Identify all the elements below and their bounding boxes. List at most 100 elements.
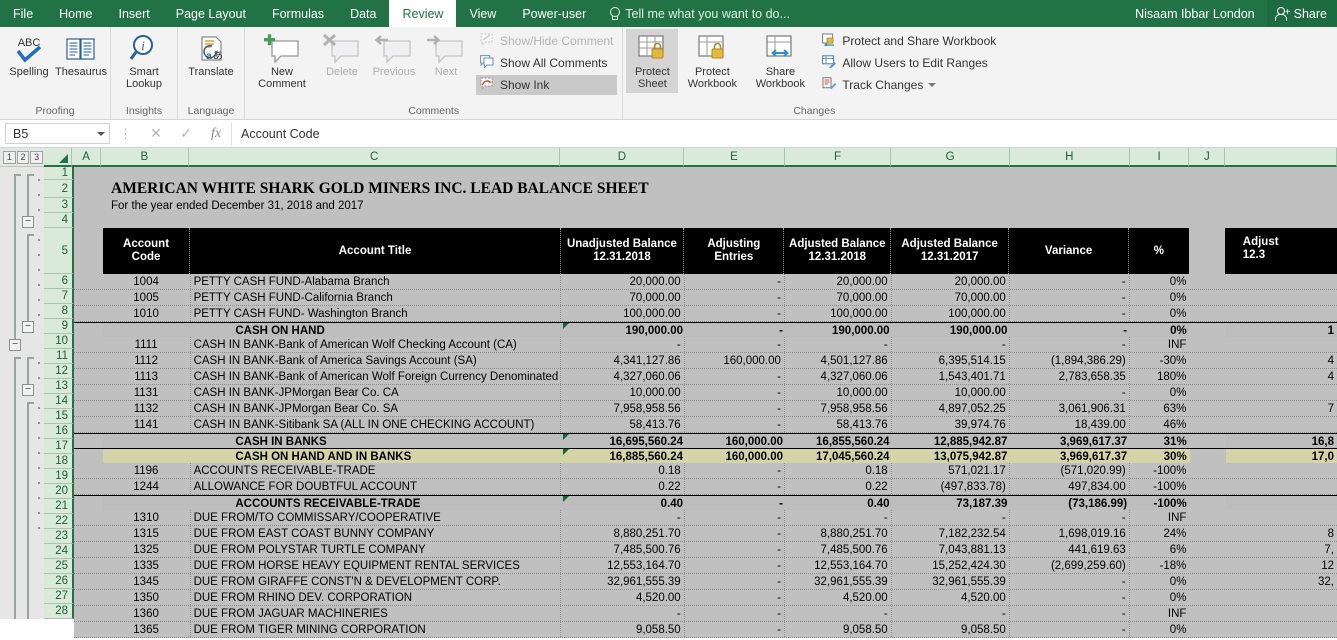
cell-unadj[interactable]: 20,000.00 <box>560 274 685 289</box>
cell-title[interactable]: DUE FROM RHINO DEV. CORPORATION <box>190 590 561 605</box>
cell-adjent[interactable]: - <box>684 369 785 384</box>
cell-adj17[interactable]: 190,000.00 <box>892 323 1011 338</box>
cell-pct[interactable]: 0% <box>1129 622 1190 637</box>
table-row[interactable]: 1335 DUE FROM HORSE HEAVY EQUIPMENT RENTA… <box>74 558 1337 574</box>
cell-variance[interactable]: (1,894,386.29) <box>1009 353 1130 368</box>
cell-pct[interactable]: -30% <box>1129 353 1190 368</box>
cell-adjent[interactable]: - <box>684 417 785 432</box>
row-header-4[interactable]: 4 <box>44 213 74 228</box>
cell-title[interactable]: DUE FROM TIGER MINING CORPORATION <box>190 622 561 637</box>
cell-adj17[interactable]: - <box>891 337 1010 352</box>
row-header-2[interactable]: 2 <box>44 180 74 198</box>
outline-level-2[interactable]: 2 <box>16 150 30 164</box>
row-header-8[interactable]: 8 <box>44 304 74 319</box>
cell-adjent[interactable]: - <box>684 385 785 400</box>
cell-adj17[interactable]: 32,961,555.39 <box>891 574 1010 589</box>
cell-code[interactable]: 1132 <box>102 401 191 416</box>
table-row[interactable]: 1360 DUE FROM JAGUAR MACHINERIES - - - - - INF <box>74 606 1337 622</box>
cell-pct[interactable]: 0% <box>1129 590 1190 605</box>
row-header-20[interactable]: 20 <box>44 484 74 499</box>
fx-icon[interactable]: fx <box>201 123 231 145</box>
cell-title[interactable]: DUE FROM HORSE HEAVY EQUIPMENT RENTAL SE… <box>190 558 561 573</box>
cell-pct[interactable]: -100% <box>1129 479 1190 494</box>
table-row[interactable]: 1132 CASH IN BANK-JPMorgan Bear Co. SA 7,9… <box>74 401 1337 417</box>
cell-code[interactable]: 1365 <box>102 622 191 637</box>
cell-adj18[interactable]: 7,958,958.56 <box>784 401 892 416</box>
cell-far-right-partial[interactable]: 12 <box>1225 558 1337 573</box>
cell-unadj[interactable]: 0.18 <box>560 463 685 478</box>
cell-adj17[interactable]: 6,395,514.15 <box>891 353 1010 368</box>
cell-code[interactable]: 1141 <box>102 417 191 432</box>
row-header-14[interactable]: 14 <box>44 394 74 409</box>
row-header-25[interactable]: 25 <box>44 559 74 574</box>
name-box[interactable]: B5 <box>5 123 110 144</box>
cell-adj18[interactable]: 7,485,500.76 <box>784 542 892 557</box>
share-workbook-button[interactable]: Share Workbook <box>746 29 814 93</box>
cell-adj18[interactable]: 10,000.00 <box>784 385 892 400</box>
cell-title[interactable]: CASH IN BANK-Bank of America Savings Acc… <box>190 353 561 368</box>
cell-unadj[interactable]: 12,553,164.70 <box>560 558 685 573</box>
share-button[interactable]: + Share <box>1266 0 1337 27</box>
tab-power-user[interactable]: Power-user <box>509 0 599 27</box>
cell-adj18[interactable]: - <box>784 337 892 352</box>
thesaurus-button[interactable]: Thesaurus <box>55 29 107 81</box>
row-header-28[interactable]: 28 <box>44 604 74 619</box>
cell-pct[interactable]: 30% <box>1130 449 1190 464</box>
cell-unadj[interactable]: 16,695,560.24 <box>562 434 687 449</box>
cell-adjent[interactable]: 160,000.00 <box>686 434 787 449</box>
cell-far-right-partial[interactable]: 7 <box>1225 401 1337 416</box>
table-row[interactable]: 1325 DUE FROM POLYSTAR TURTLE COMPANY 7,48… <box>74 542 1337 558</box>
cell-code[interactable]: 1005 <box>102 290 191 305</box>
cell-adj17[interactable]: 1,543,401.71 <box>891 369 1010 384</box>
cell-far-right-partial[interactable]: 17,0 <box>1225 449 1337 464</box>
cell-code[interactable]: 1350 <box>102 590 191 605</box>
cell-adj17[interactable]: 7,182,232.54 <box>891 526 1010 541</box>
row-header-17[interactable]: 17 <box>44 439 74 454</box>
show-ink-button[interactable]: Show Ink <box>476 75 618 95</box>
outline-level-1[interactable]: 1 <box>3 150 16 164</box>
cell-unadj[interactable]: 9,058.50 <box>560 622 685 637</box>
cell-adj17[interactable]: - <box>891 510 1010 525</box>
cell-code[interactable]: 1196 <box>102 463 191 478</box>
column-header-j[interactable]: J <box>1189 148 1226 167</box>
cell-far-right-partial[interactable] <box>1225 385 1337 400</box>
cell-title[interactable]: CASH IN BANK-JPMorgan Bear Co. SA <box>190 401 561 416</box>
tab-file[interactable]: File <box>0 0 46 27</box>
cell-adj17[interactable]: 10,000.00 <box>891 385 1010 400</box>
cell-code[interactable]: 1244 <box>102 479 191 494</box>
cell-adj18[interactable]: 190,000.00 <box>786 323 893 338</box>
cell-pct[interactable]: -100% <box>1129 463 1190 478</box>
table-row[interactable]: 1315 DUE FROM EAST COAST BUNNY COMPANY 8,8… <box>74 526 1337 542</box>
cell-title[interactable]: DUE FROM GIRAFFE CONST'N & DEVELOPMENT C… <box>190 574 561 589</box>
cell-adj18[interactable]: 4,501,127.86 <box>784 353 892 368</box>
cell-unadj[interactable]: 10,000.00 <box>560 385 685 400</box>
cell-title[interactable]: CASH IN BANK-JPMorgan Bear Co. CA <box>190 385 561 400</box>
column-header-c[interactable]: C <box>188 148 561 167</box>
column-header-i[interactable]: I <box>1129 148 1190 167</box>
column-header-d[interactable]: D <box>560 148 685 167</box>
cell-variance[interactable]: - <box>1009 590 1130 605</box>
cell-adjent[interactable]: - <box>684 306 785 321</box>
cell-adj18[interactable]: 70,000.00 <box>784 290 892 305</box>
cell-far-right-partial[interactable] <box>1225 290 1337 305</box>
cell-code[interactable]: 1310 <box>102 510 191 525</box>
row-header-10[interactable]: 10 <box>44 334 74 349</box>
cell-title[interactable]: DUE FROM EAST COAST BUNNY COMPANY <box>190 526 561 541</box>
cell-adj17[interactable]: 15,252,424.30 <box>891 558 1010 573</box>
cell-adj17[interactable]: 73,187.39 <box>892 496 1011 511</box>
cell-variance[interactable]: 497,834.00 <box>1009 479 1130 494</box>
row-header-18[interactable]: 18 <box>44 454 74 469</box>
cell-title[interactable]: PETTY CASH FUND- Washington Branch <box>190 306 561 321</box>
column-header-b[interactable]: B <box>100 148 189 167</box>
cell-adj17[interactable]: - <box>891 606 1010 621</box>
cell-unadj[interactable]: 16,885,560.24 <box>562 449 687 464</box>
row-header-23[interactable]: 23 <box>44 529 74 544</box>
cell-adj18[interactable]: 8,880,251.70 <box>784 526 892 541</box>
cell-far-right-partial[interactable]: 8 <box>1225 526 1337 541</box>
cell-variance[interactable]: - <box>1009 606 1130 621</box>
cell-title[interactable]: DUE FROM/TO COMMISSARY/COOPERATIVE <box>190 510 561 525</box>
cell-pct[interactable]: 24% <box>1129 526 1190 541</box>
cell-far-right-partial[interactable]: 4 <box>1225 369 1337 384</box>
protect-sheet-button[interactable]: Protect Sheet <box>626 29 679 93</box>
row-header-5[interactable]: 5 <box>44 228 74 274</box>
